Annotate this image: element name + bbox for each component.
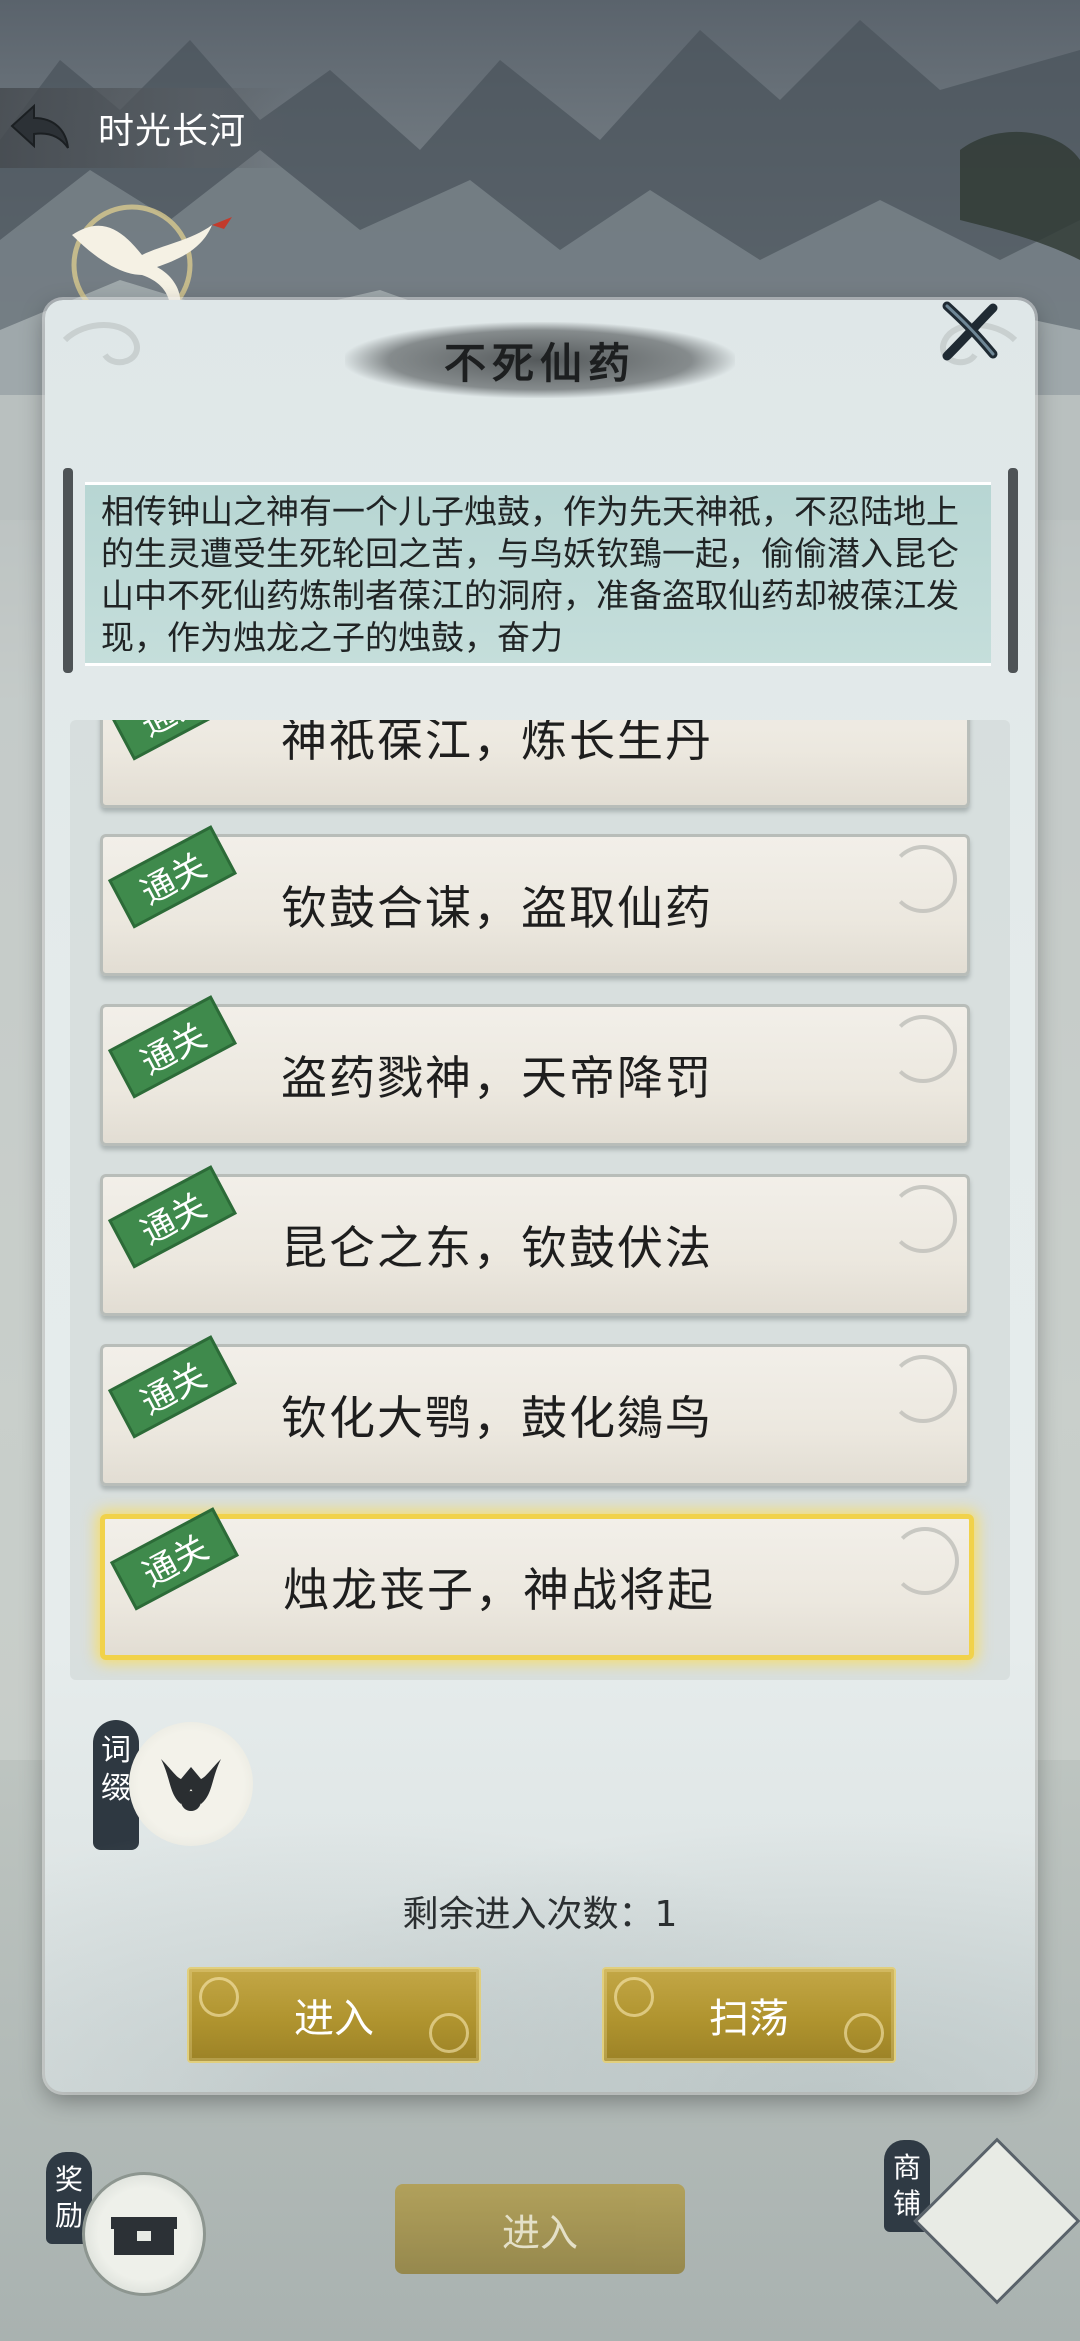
- level-item[interactable]: 通关 钦鼓合谋，盗取仙药: [100, 825, 970, 976]
- cloud-decoration: [889, 1355, 957, 1423]
- level-item[interactable]: 通关 盗药戮神，天帝降罚: [100, 995, 970, 1146]
- cloud-decoration: [889, 1015, 957, 1083]
- close-icon[interactable]: [935, 296, 1005, 366]
- cleared-badge-icon: 通关: [107, 720, 238, 761]
- level-name: 盗药戮神，天帝降罚: [281, 1051, 713, 1105]
- cleared-badge-icon: 通关: [107, 825, 238, 929]
- cloud-decoration: [889, 845, 957, 913]
- level-name: 昆仑之东，钦鼓伏法: [281, 1221, 713, 1275]
- cleared-badge-icon: 通关: [109, 1507, 240, 1611]
- back-arrow-icon[interactable]: [0, 88, 80, 168]
- back-bar[interactable]: 时光长河: [0, 88, 290, 168]
- shop-label: 商铺: [892, 2151, 921, 2220]
- swirl-decoration: [199, 1977, 239, 2017]
- level-select-modal: 不死仙药 相传钟山之神有一个儿子烛鼓，作为先天神祇，不忍陆地上的生灵遭受生死轮回…: [45, 300, 1035, 2092]
- scroll-paper: 相传钟山之神有一个儿子烛鼓，作为先天神祇，不忍陆地上的生灵遭受生死轮回之苦，与鸟…: [85, 482, 991, 666]
- description-scroll[interactable]: 相传钟山之神有一个儿子烛鼓，作为先天神祇，不忍陆地上的生灵遭受生死轮回之苦，与鸟…: [63, 468, 1018, 673]
- level-item-selected[interactable]: 通关 烛龙丧子，神战将起: [100, 1507, 974, 1660]
- story-description: 相传钟山之神有一个儿子烛鼓，作为先天神祇，不忍陆地上的生灵遭受生死轮回之苦，与鸟…: [101, 492, 959, 657]
- swirl-decoration: [429, 2013, 469, 2053]
- level-item[interactable]: 通关 钦化大鹗，鼓化鵕鸟: [100, 1335, 970, 1486]
- reward-label: 奖励: [54, 2163, 83, 2232]
- cloud-decoration: [891, 1527, 959, 1595]
- crane-icon: [71, 204, 232, 315]
- level-name: 钦化大鹗，鼓化鵕鸟: [281, 1391, 713, 1445]
- sweep-button-label: 扫荡: [709, 1996, 789, 2042]
- level-name: 钦鼓合谋，盗取仙药: [281, 881, 713, 935]
- level-item[interactable]: 通关 昆仑之东，钦鼓伏法: [100, 1165, 970, 1316]
- remaining-entries-text: 剩余进入次数：1: [402, 1894, 678, 1935]
- level-name: 神祇葆江，炼长生丹: [281, 720, 713, 767]
- cleared-badge-icon: 通关: [107, 1165, 238, 1269]
- swirl-decoration: [844, 2013, 884, 2053]
- cleared-badge-icon: 通关: [107, 1335, 238, 1439]
- swirl-decoration: [614, 1977, 654, 2017]
- cleared-badge-icon: 通关: [107, 995, 238, 1099]
- level-name: 烛龙丧子，神战将起: [283, 1563, 715, 1617]
- level-list[interactable]: 通关 神祇葆江，炼长生丹 通关 钦鼓合谋，盗取仙药 通关 盗药戮神，天帝降罚 通…: [70, 720, 1010, 1680]
- enter-button-label: 进入: [294, 1996, 374, 2042]
- enter-button[interactable]: 进入: [187, 1967, 481, 2063]
- scroll-rod-right: [1008, 468, 1018, 673]
- background-enter-label: 进入: [501, 2210, 578, 2255]
- page-title: 时光长河: [98, 111, 247, 152]
- cloud-decoration: [889, 1185, 957, 1253]
- background-enter-button: 进入: [395, 2184, 685, 2274]
- scroll-rod-left: [63, 468, 73, 673]
- reward-chest-icon[interactable]: [82, 2172, 206, 2296]
- sweep-button[interactable]: 扫荡: [602, 1967, 896, 2063]
- level-item[interactable]: 通关 神祇葆江，炼长生丹: [100, 720, 970, 808]
- modal-title: 不死仙药: [443, 338, 636, 388]
